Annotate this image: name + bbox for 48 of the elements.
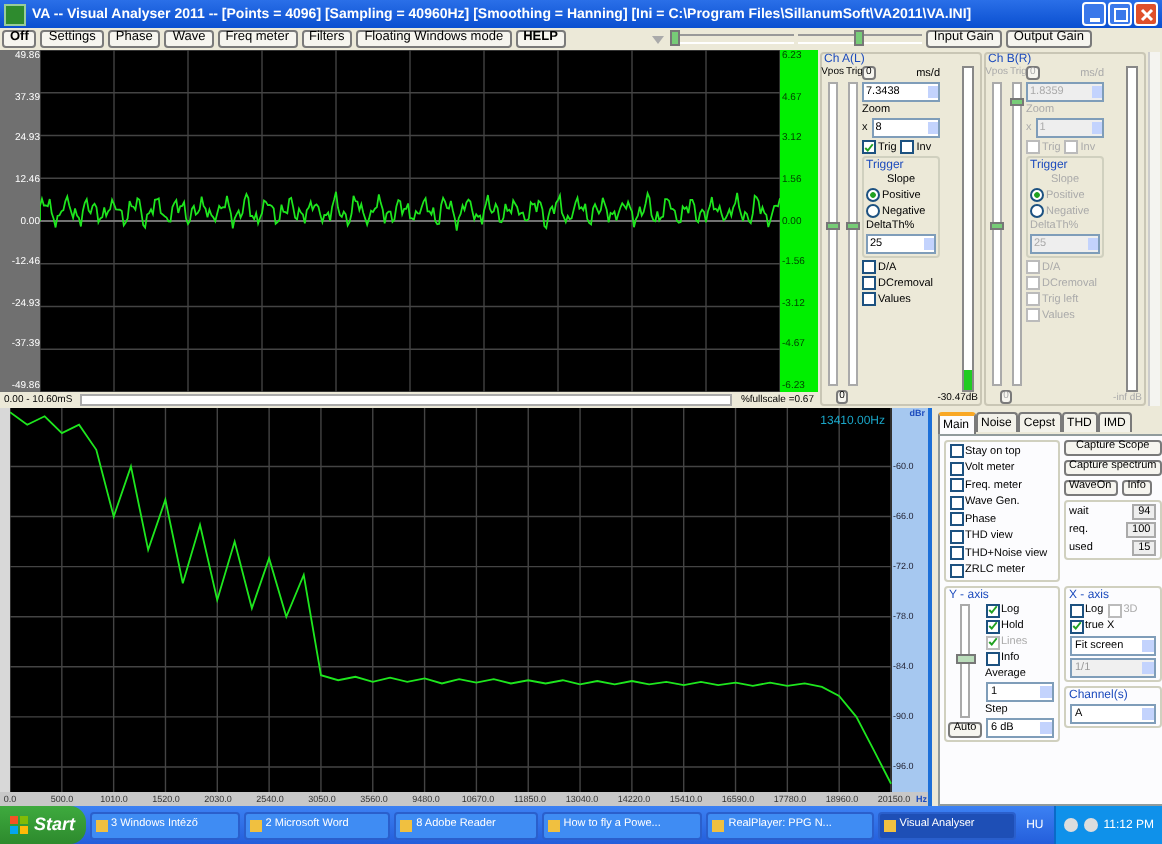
checkbox[interactable] [862,292,876,306]
slider-thumb[interactable] [845,221,859,230]
checkbox[interactable] [985,619,999,633]
checkbox[interactable] [949,529,963,543]
slider-thumb[interactable] [854,30,865,46]
app-icon [4,3,26,25]
slider[interactable] [797,34,922,44]
slider-thumb[interactable] [825,221,839,230]
slider[interactable] [669,34,794,44]
checkbox[interactable] [949,546,963,560]
checkbox[interactable] [949,478,963,492]
checkbox[interactable] [949,563,963,577]
checkbox[interactable] [985,651,999,665]
close-button[interactable] [1134,2,1158,26]
maximize-icon [1113,7,1127,21]
checkbox[interactable] [949,495,963,509]
check-icon [1071,620,1081,632]
checkbox[interactable] [862,260,876,274]
close-icon [1139,7,1153,21]
radio-button[interactable] [866,204,880,218]
app-icon [95,819,108,831]
slider-thumb[interactable] [669,30,680,46]
slider[interactable] [827,82,837,386]
app-icon [249,819,262,831]
app-icon [547,819,560,831]
checkbox[interactable] [900,140,915,154]
start-button[interactable]: Start [0,806,86,844]
checkbox[interactable] [1069,619,1083,633]
maximize-button[interactable] [1108,2,1132,26]
checkbox[interactable] [862,276,876,290]
app-icon [883,819,896,831]
checkbox[interactable] [1069,603,1083,617]
windows-logo-icon [10,816,28,834]
slider[interactable] [960,603,970,717]
scroll-bar[interactable] [1148,52,1160,406]
app-icon [712,819,725,831]
checkbox[interactable] [949,512,963,526]
radio-button[interactable] [866,188,880,202]
scroll-bar[interactable] [80,394,733,406]
checkbox[interactable] [985,603,999,617]
app-icon [400,819,413,831]
check-icon [864,141,874,153]
slider[interactable] [847,82,857,386]
slider-thumb[interactable] [956,654,976,664]
checkbox[interactable] [949,444,963,458]
checkbox[interactable] [949,461,963,475]
checkbox[interactable] [862,140,876,154]
minimize-button[interactable] [1082,2,1106,26]
